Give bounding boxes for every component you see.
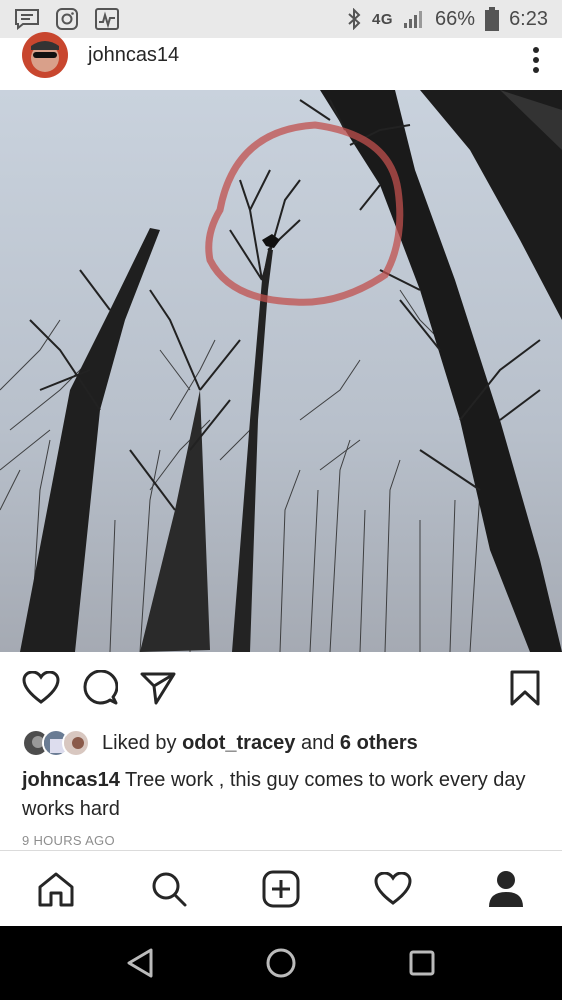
profile-icon <box>488 870 523 907</box>
caption-username[interactable]: johncas14 <box>22 769 120 791</box>
bluetooth-icon <box>348 8 361 30</box>
bottom-nav <box>0 850 562 926</box>
home-circle-icon <box>266 948 296 978</box>
home-icon <box>38 872 74 906</box>
avatar <box>62 729 90 757</box>
message-icon <box>15 9 39 30</box>
post-caption: johncas14 Tree work , this guy comes to … <box>22 766 542 824</box>
network-type: 4G <box>372 10 394 28</box>
avatar[interactable] <box>22 32 68 78</box>
search-icon <box>152 872 187 906</box>
battery-icon <box>485 7 500 31</box>
recents-icon <box>409 950 435 976</box>
share-icon[interactable] <box>140 671 176 705</box>
status-bar: 4G 66% 6:23 <box>0 0 562 38</box>
likes-row[interactable]: Liked by odot_tracey and 6 others <box>22 728 418 758</box>
nav-profile-button[interactable] <box>476 859 536 919</box>
nav-search-button[interactable] <box>139 859 199 919</box>
clock: 6:23 <box>509 7 548 30</box>
post-photo[interactable] <box>0 90 562 652</box>
likes-others[interactable]: 6 others <box>340 732 418 754</box>
post-actions <box>0 662 562 714</box>
system-home-button[interactable] <box>256 938 306 988</box>
back-icon <box>127 948 153 978</box>
liker-avatars <box>22 729 90 757</box>
activity-icon <box>95 8 119 30</box>
post-header: johncas14 <box>0 32 562 90</box>
nav-activity-button[interactable] <box>363 859 423 919</box>
post-timestamp: 9 HOURS AGO <box>22 833 115 848</box>
signal-icon <box>404 11 423 28</box>
new-post-icon <box>262 870 300 907</box>
like-heart-icon[interactable] <box>22 671 60 705</box>
system-nav-bar <box>0 926 562 1000</box>
system-back-button[interactable] <box>115 938 165 988</box>
likes-middle: and <box>295 731 340 754</box>
post-username[interactable]: johncas14 <box>88 44 179 67</box>
system-recents-button[interactable] <box>397 938 447 988</box>
bookmark-icon[interactable] <box>510 670 540 706</box>
nav-new-post-button[interactable] <box>251 859 311 919</box>
likes-text: Liked by odot_tracey and 6 others <box>102 732 418 755</box>
activity-heart-icon <box>374 871 412 905</box>
comment-icon[interactable] <box>82 670 118 706</box>
more-options-icon[interactable] <box>532 46 540 74</box>
liked-by-username[interactable]: odot_tracey <box>182 732 295 754</box>
instagram-icon <box>56 8 78 30</box>
battery-percent: 66% <box>435 7 476 30</box>
nav-home-button[interactable] <box>26 859 86 919</box>
likes-prefix: Liked by <box>102 731 183 754</box>
